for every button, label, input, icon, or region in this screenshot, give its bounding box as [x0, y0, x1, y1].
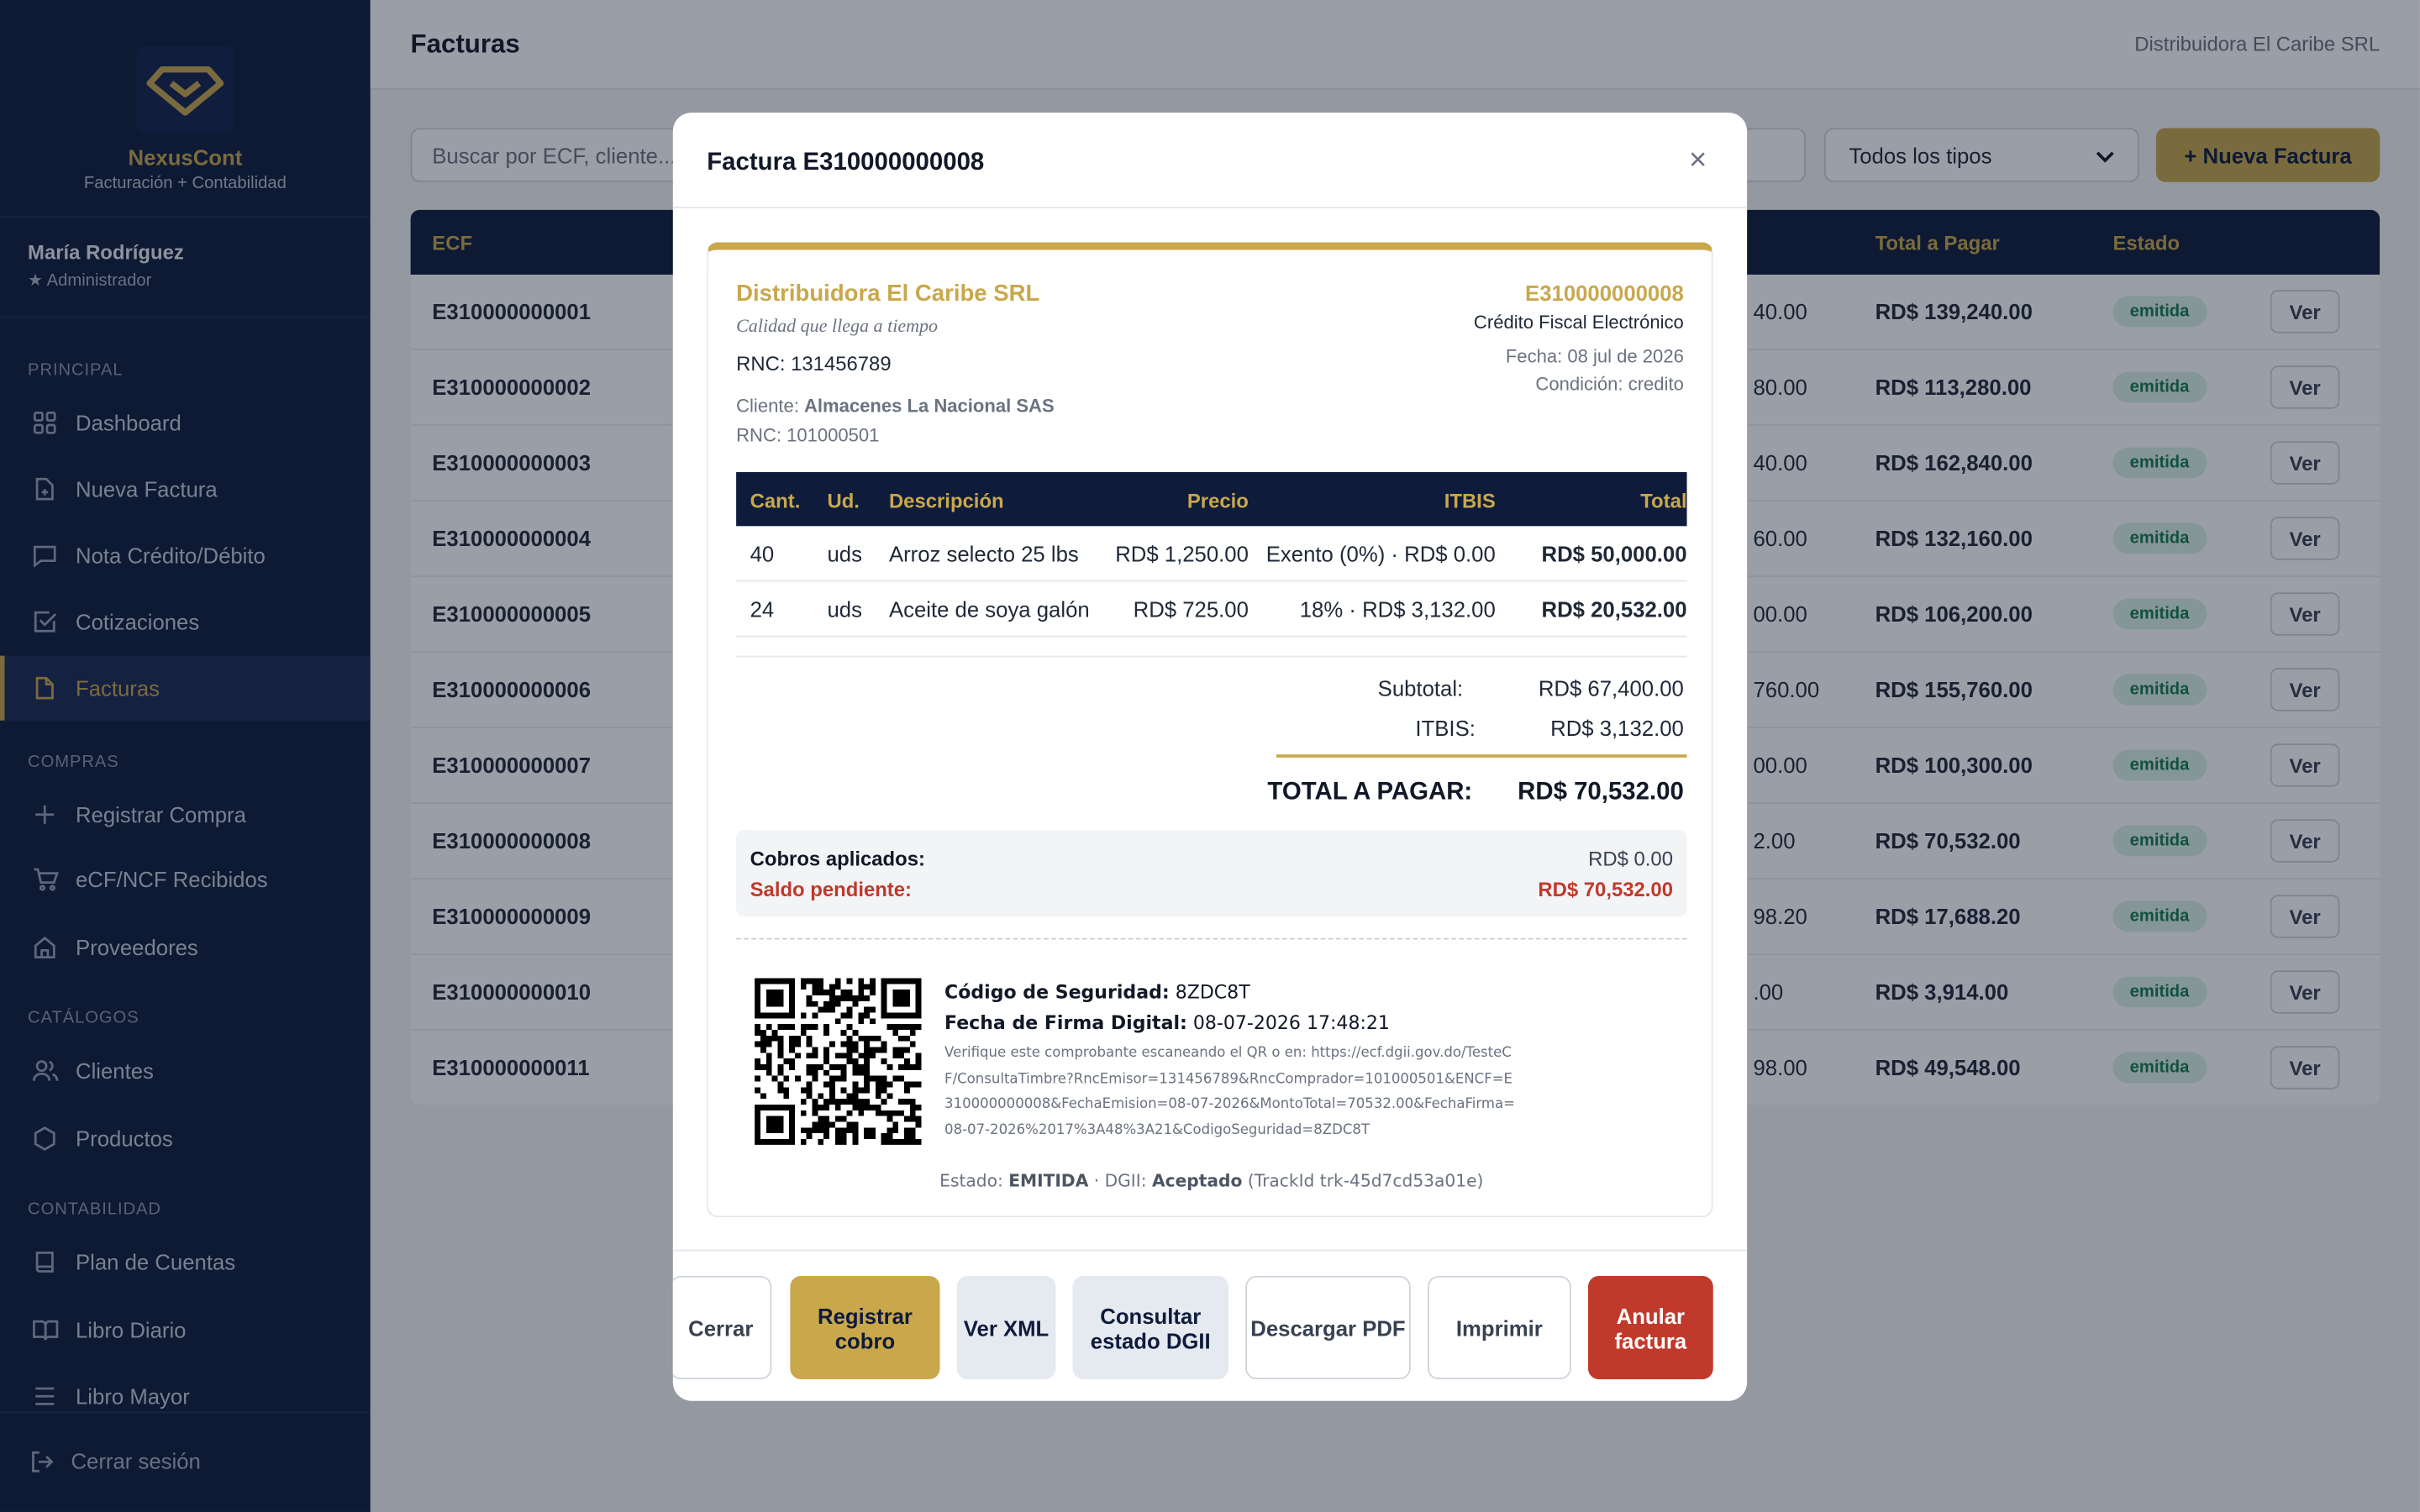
item-unit: uds: [827, 596, 862, 622]
items-header: Cant. Ud. Descripción Precio ITBIS Total: [736, 472, 1687, 527]
item-itbis: 18% · RD$ 3,132.00: [1299, 596, 1496, 622]
verify-url-text: Verifique este comprobante escaneando el…: [944, 1046, 1516, 1138]
invoice-modal: Factura E310000000008 × Distribuidora El…: [672, 113, 1748, 1401]
security-code-line: Código de Seguridad: 8ZDC8T: [944, 981, 1250, 1003]
item-desc: Arroz selecto 25 lbs: [888, 541, 1079, 567]
register-payment-button[interactable]: Registrar cobro: [790, 1275, 940, 1380]
total-value: RD$ 70,532.00: [1518, 779, 1684, 806]
status-prefix: Estado:: [939, 1171, 1009, 1191]
issuer-rnc: RNC: 131456789: [736, 351, 892, 375]
view-xml-button[interactable]: Ver XML: [956, 1275, 1056, 1380]
void-invoice-button[interactable]: Anular factura: [1587, 1275, 1713, 1380]
close-button[interactable]: Cerrar: [672, 1275, 772, 1380]
subtotal-label: Subtotal:: [1377, 675, 1464, 701]
sign-label: Fecha de Firma Digital:: [944, 1011, 1187, 1034]
items-col-total: Total: [1640, 489, 1687, 512]
invoice-document: Distribuidora El Caribe SRL Calidad que …: [707, 242, 1715, 1218]
sign-value: 08-07-2026 17:48:21: [1192, 1011, 1390, 1034]
qr-code-icon: [755, 978, 922, 1145]
itbis-value: RD$ 3,132.00: [1550, 716, 1684, 741]
item-desc: Aceite de soya galón: [888, 596, 1090, 622]
status-value: EMITIDA: [1008, 1171, 1089, 1191]
modal-footer: Cerrar Registrar cobro Ver XML Consultar…: [672, 1249, 1748, 1401]
itbis-label: ITBIS:: [1415, 716, 1476, 741]
pending-label: Saldo pendiente:: [750, 878, 913, 901]
payment-summary: Cobros aplicados: RD$ 0.00 Saldo pendien…: [736, 830, 1687, 916]
issuer-name: Distribuidora El Caribe SRL: [736, 281, 1040, 307]
item-row: 40 uds Arroz selecto 25 lbs RD$ 1,250.00…: [736, 526, 1687, 582]
paid-label: Cobros aplicados:: [750, 847, 925, 870]
subtotal-value: RD$ 67,400.00: [1538, 675, 1684, 701]
item-qty: 40: [750, 541, 775, 567]
sign-date-line: Fecha de Firma Digital: 08-07-2026 17:48…: [944, 1012, 1390, 1034]
invoice-date: Fecha: 08 jul de 2026: [1505, 345, 1684, 368]
item-qty: 24: [750, 596, 775, 622]
pending-value: RD$ 70,532.00: [1538, 878, 1673, 901]
security-label: Código de Seguridad:: [944, 981, 1170, 1003]
items-col-qty: Cant.: [750, 489, 801, 512]
item-unit: uds: [827, 541, 862, 567]
dashed-divider: [736, 937, 1687, 940]
dgii-prefix: · DGII:: [1088, 1171, 1152, 1191]
invoice-ecf: E310000000008: [1525, 281, 1684, 306]
items-col-itbis: ITBIS: [1444, 489, 1496, 512]
client-label: Cliente:: [736, 395, 804, 417]
items-col-price: Precio: [1186, 489, 1249, 512]
total-label: TOTAL A PAGAR:: [1267, 779, 1473, 806]
total-divider: [1276, 754, 1687, 758]
client-rnc: RNC: 101000501: [736, 424, 880, 446]
items-table: Cant. Ud. Descripción Precio ITBIS Total…: [736, 472, 1687, 638]
item-price: RD$ 725.00: [1133, 596, 1249, 622]
item-itbis: Exento (0%) · RD$ 0.00: [1265, 541, 1496, 567]
close-icon[interactable]: ×: [1689, 144, 1707, 179]
invoice-type: Crédito Fiscal Electrónico: [1473, 312, 1684, 333]
item-row: 24 uds Aceite de soya galón RD$ 725.00 1…: [736, 581, 1687, 638]
divider: [736, 655, 1687, 658]
check-dgii-status-button[interactable]: Consultar estado DGII: [1072, 1275, 1229, 1380]
print-button[interactable]: Imprimir: [1427, 1275, 1571, 1380]
issuer-slogan: Calidad que llega a tiempo: [736, 314, 939, 337]
item-total: RD$ 20,532.00: [1541, 596, 1687, 622]
item-price: RD$ 1,250.00: [1115, 541, 1249, 567]
security-value: 8ZDC8T: [1175, 981, 1250, 1003]
invoice-condition: Condición: credito: [1535, 373, 1684, 396]
items-col-desc: Descripción: [888, 489, 1004, 512]
modal-header: Factura E310000000008 ×: [672, 113, 1748, 208]
track-id: (TrackId trk-45d7cd53a01e): [1242, 1171, 1484, 1191]
status-line: Estado: EMITIDA · DGII: Aceptado (TrackI…: [708, 1171, 1715, 1191]
items-col-unit: Ud.: [827, 489, 860, 512]
modal-title: Factura E310000000008: [707, 150, 985, 176]
dgii-value: Aceptado: [1151, 1171, 1243, 1191]
download-pdf-button[interactable]: Descargar PDF: [1245, 1275, 1411, 1380]
paid-value: RD$ 0.00: [1588, 847, 1673, 870]
client-name: Almacenes La Nacional SAS: [803, 395, 1055, 417]
client-line: Cliente: Almacenes La Nacional SAS: [736, 395, 1055, 417]
item-total: RD$ 50,000.00: [1541, 541, 1687, 567]
